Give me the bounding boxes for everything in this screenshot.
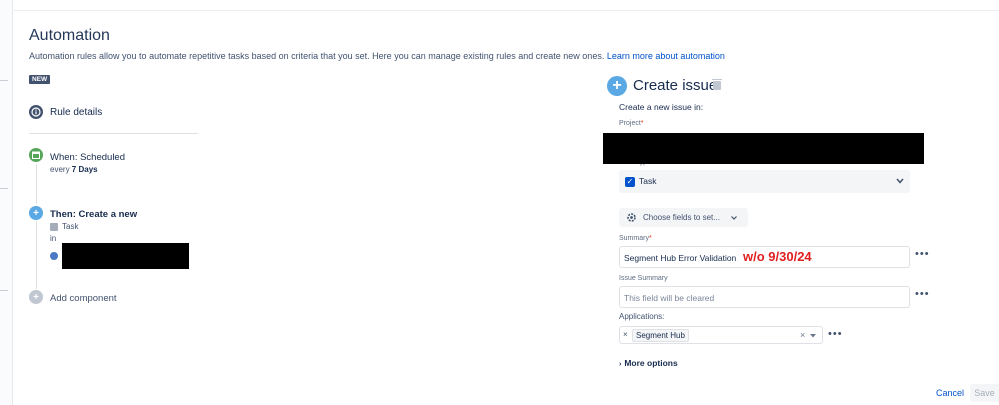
chevron-down-icon bbox=[731, 216, 737, 220]
redacted-project-field bbox=[603, 133, 924, 164]
required-mark: * bbox=[640, 120, 644, 127]
chevron-down-icon bbox=[896, 178, 904, 184]
issue-type-value: Task bbox=[639, 176, 657, 186]
issue-summary-input[interactable]: This field will be cleared bbox=[619, 286, 910, 308]
editor-subtitle: Create a new issue in: bbox=[619, 102, 704, 112]
info-icon bbox=[29, 105, 43, 119]
rule-details-link[interactable]: Rule details bbox=[50, 107, 102, 118]
trigger-schedule-prefix: every bbox=[50, 165, 72, 174]
project-label-text: Project bbox=[619, 120, 641, 127]
action-in: in bbox=[50, 234, 57, 243]
description-text: Automation rules allow you to automate r… bbox=[29, 51, 605, 61]
add-component-button[interactable]: Add component bbox=[50, 293, 117, 304]
trigger-step[interactable]: When: Scheduled bbox=[50, 152, 125, 163]
step-divider bbox=[29, 133, 198, 134]
page-description: Automation rules allow you to automate r… bbox=[29, 51, 725, 61]
rail-divider bbox=[0, 290, 8, 291]
required-mark: * bbox=[648, 235, 652, 242]
handwritten-annotation: w/o 9/30/24 bbox=[743, 249, 812, 264]
clear-icon[interactable]: × bbox=[800, 330, 805, 340]
step-connector bbox=[36, 221, 37, 289]
more-options-label: More options bbox=[624, 358, 678, 368]
summary-more-icon[interactable]: ••• bbox=[915, 248, 930, 260]
action-item: Task bbox=[62, 222, 79, 231]
summary-label-text: Summary bbox=[619, 235, 649, 242]
learn-more-link[interactable]: Learn more about automation bbox=[607, 51, 725, 61]
gear-icon bbox=[627, 213, 636, 222]
step-connector bbox=[36, 164, 37, 204]
editor-title: Create issue bbox=[633, 77, 718, 94]
new-badge: NEW bbox=[29, 75, 51, 84]
task-type-icon: ✓ bbox=[625, 177, 635, 187]
task-type-icon bbox=[50, 223, 58, 231]
applications-select[interactable]: × Segment Hub × bbox=[619, 326, 823, 344]
calendar-icon bbox=[29, 148, 43, 162]
applications-label: Applications: bbox=[619, 312, 665, 321]
application-chip: Segment Hub bbox=[632, 329, 689, 342]
more-options-toggle[interactable]: › More options bbox=[619, 358, 678, 368]
header-divider bbox=[12, 10, 999, 11]
save-button[interactable]: Save bbox=[970, 384, 999, 402]
page-title: Automation bbox=[29, 27, 110, 44]
issue-summary-placeholder: This field will be cleared bbox=[624, 293, 715, 303]
plus-icon: + bbox=[29, 206, 43, 220]
summary-value: Segment Hub Error Validation bbox=[624, 253, 737, 263]
issue-summary-more-icon[interactable]: ••• bbox=[915, 288, 930, 300]
plus-icon: + bbox=[607, 76, 627, 96]
issue-summary-label: Issue Summary bbox=[619, 275, 668, 282]
choose-fields-label: Choose fields to set... bbox=[643, 213, 720, 222]
rail-divider bbox=[0, 80, 8, 81]
cancel-button[interactable]: Cancel bbox=[936, 388, 964, 398]
action-step[interactable]: Then: Create a new bbox=[50, 209, 137, 220]
chevron-right-icon: › bbox=[619, 361, 622, 368]
trigger-schedule: every 7 Days bbox=[50, 165, 98, 174]
choose-fields-button[interactable]: Choose fields to set... bbox=[619, 208, 748, 227]
trash-icon[interactable] bbox=[712, 79, 722, 90]
trigger-schedule-value: 7 Days bbox=[71, 165, 98, 174]
project-avatar-icon bbox=[50, 252, 58, 260]
summary-label: Summary* bbox=[619, 235, 652, 242]
applications-more-icon[interactable]: ••• bbox=[828, 328, 843, 340]
project-label: Project* bbox=[619, 120, 644, 127]
redacted-project bbox=[62, 243, 189, 269]
app-rail bbox=[0, 0, 13, 405]
chevron-down-icon[interactable] bbox=[810, 334, 816, 338]
remove-chip-icon[interactable]: × bbox=[623, 330, 628, 339]
issue-type-select[interactable]: ✓ Task bbox=[619, 170, 910, 193]
rail-divider bbox=[0, 188, 8, 189]
add-component-icon[interactable]: + bbox=[29, 290, 43, 304]
summary-input[interactable]: Segment Hub Error Validation w/o 9/30/24 bbox=[619, 246, 910, 268]
